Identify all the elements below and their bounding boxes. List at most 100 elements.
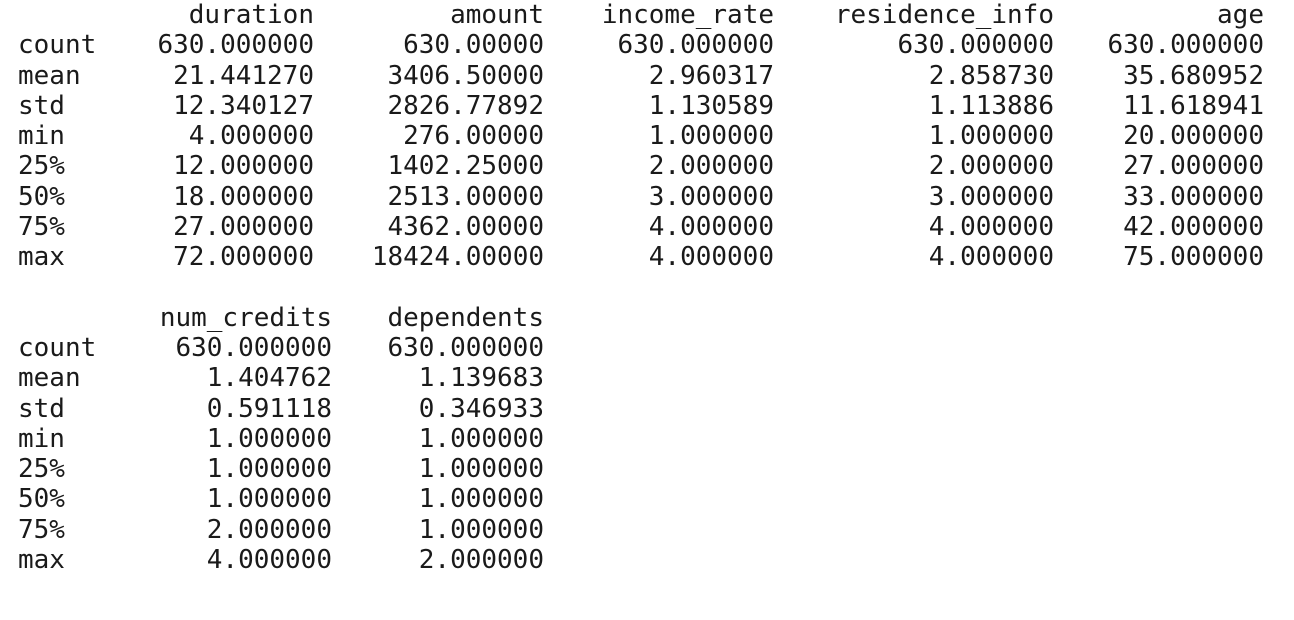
table-cell: 18424.00000 — [371, 242, 544, 273]
table-row: mean 21.441270 3406.50000 2.960317 2.858730 3… — [18, 61, 1278, 91]
table-cell: 12.000000 — [173, 151, 314, 182]
table-cell: 2.960317 — [648, 60, 774, 91]
header-row: num_credits dependents — [18, 303, 1278, 333]
table-row: 25% 12.000000 1402.25000 2.000000 2.000000 27… — [18, 151, 1278, 181]
table-cell: 2513.00000 — [387, 181, 544, 212]
table-cell: 1.000000 — [648, 121, 774, 152]
table-cell: 630.000000 — [617, 30, 774, 61]
table-cell: 1.000000 — [418, 423, 544, 454]
column-header: dependents — [387, 302, 544, 333]
row-label: 75% — [18, 514, 65, 545]
table-cell: 1.130589 — [648, 90, 774, 121]
table-cell: 3406.50000 — [387, 60, 544, 91]
row-label: 50% — [18, 484, 65, 515]
table-cell: 1.000000 — [418, 484, 544, 515]
table-cell: 630.000000 — [157, 30, 314, 61]
table-cell: 33.000000 — [1123, 181, 1264, 212]
column-header: residence_info — [834, 0, 1054, 30]
row-label: 50% — [18, 181, 65, 212]
table-row: count 630.000000 630.000000 — [18, 333, 1278, 363]
row-label: count — [18, 332, 97, 363]
table-cell: 4.000000 — [206, 545, 332, 576]
table-cell: 27.000000 — [1123, 151, 1264, 182]
table-cell: 4362.00000 — [387, 212, 544, 243]
table-cell: 1.000000 — [418, 454, 544, 485]
table-cell: 2.000000 — [928, 151, 1054, 182]
table-row: count 630.000000 630.00000 630.000000 630.00… — [18, 30, 1278, 60]
table-cell: 2.858730 — [928, 60, 1054, 91]
table-cell: 630.00000 — [403, 30, 544, 61]
header-row: duration amount income_rate residence_info a… — [18, 0, 1278, 30]
table-row: max 4.000000 2.000000 — [18, 545, 1278, 575]
table-cell: 42.000000 — [1123, 212, 1264, 243]
table-row: std 12.340127 2826.77892 1.130589 1.113886 11… — [18, 91, 1278, 121]
table-cell: 3.000000 — [648, 181, 774, 212]
describe-output: duration amount income_rate residence_info a… — [18, 0, 1278, 620]
table-cell: 1.000000 — [928, 121, 1054, 152]
row-label: count — [18, 30, 97, 61]
table-cell: 2.000000 — [418, 545, 544, 576]
table-cell: 1.139683 — [418, 363, 544, 394]
row-label: max — [18, 242, 65, 273]
table-cell: 1.000000 — [206, 484, 332, 515]
column-header: age — [1217, 0, 1264, 30]
row-label: 25% — [18, 151, 65, 182]
table-cell: 3.000000 — [928, 181, 1054, 212]
table-cell: 1402.25000 — [387, 151, 544, 182]
table-row: max 72.000000 18424.00000 4.000000 4.000000 7… — [18, 242, 1278, 272]
row-label: std — [18, 90, 65, 121]
table-row: 75% 2.000000 1.000000 — [18, 515, 1278, 545]
table-cell: 1.000000 — [206, 423, 332, 454]
table-cell: 2.000000 — [206, 514, 332, 545]
table-cell: 276.00000 — [403, 121, 544, 152]
table-cell: 4.000000 — [648, 242, 774, 273]
table-cell: 72.000000 — [173, 242, 314, 273]
table-cell: 630.000000 — [175, 332, 332, 363]
table-cell: 630.000000 — [897, 30, 1054, 61]
table-row: mean 1.404762 1.139683 — [18, 363, 1278, 393]
table-cell: 12.340127 — [173, 90, 314, 121]
table-cell: 4.000000 — [188, 121, 314, 152]
column-header: amount — [450, 0, 544, 30]
table-cell: 75.000000 — [1123, 242, 1264, 273]
table-cell: 35.680952 — [1123, 60, 1264, 91]
table-cell: 27.000000 — [173, 212, 314, 243]
table-row: min 1.000000 1.000000 — [18, 424, 1278, 454]
table-row: 25% 1.000000 1.000000 — [18, 454, 1278, 484]
table-cell: 0.346933 — [418, 393, 544, 424]
row-label: min — [18, 121, 65, 152]
table-row: std 0.591118 0.346933 — [18, 394, 1278, 424]
table-row: 50% 18.000000 2513.00000 3.000000 3.000000 33… — [18, 182, 1278, 212]
stats-table-2: num_credits dependents count 630.000000 630.… — [18, 303, 1278, 576]
row-label: mean — [18, 60, 81, 91]
table-row: min 4.000000 276.00000 1.000000 1.000000 20.0… — [18, 121, 1278, 151]
row-label: 25% — [18, 454, 65, 485]
column-header: income_rate — [601, 0, 774, 30]
table-cell: 4.000000 — [928, 242, 1054, 273]
row-label: 75% — [18, 212, 65, 243]
row-label: max — [18, 545, 65, 576]
table-cell: 1.000000 — [206, 454, 332, 485]
table-cell: 630.000000 — [387, 332, 544, 363]
table-cell: 2826.77892 — [387, 90, 544, 121]
column-header: duration — [188, 0, 314, 30]
table-cell: 4.000000 — [648, 212, 774, 243]
table-row: 75% 27.000000 4362.00000 4.000000 4.000000 42… — [18, 212, 1278, 242]
table-cell: 20.000000 — [1123, 121, 1264, 152]
table-cell: 11.618941 — [1123, 90, 1264, 121]
table-cell: 1.404762 — [206, 363, 332, 394]
table-cell: 0.591118 — [206, 393, 332, 424]
row-label: mean — [18, 363, 81, 394]
table-cell: 1.113886 — [928, 90, 1054, 121]
table-cell: 18.000000 — [173, 181, 314, 212]
row-label: std — [18, 393, 65, 424]
table-cell: 21.441270 — [173, 60, 314, 91]
table-cell: 1.000000 — [418, 514, 544, 545]
table-cell: 630.000000 — [1107, 30, 1264, 61]
table-cell: 4.000000 — [928, 212, 1054, 243]
table-row: 50% 1.000000 1.000000 — [18, 484, 1278, 514]
table-cell: 2.000000 — [648, 151, 774, 182]
row-label: min — [18, 423, 65, 454]
stats-table-1: duration amount income_rate residence_info a… — [18, 0, 1278, 273]
column-header: num_credits — [159, 302, 332, 333]
